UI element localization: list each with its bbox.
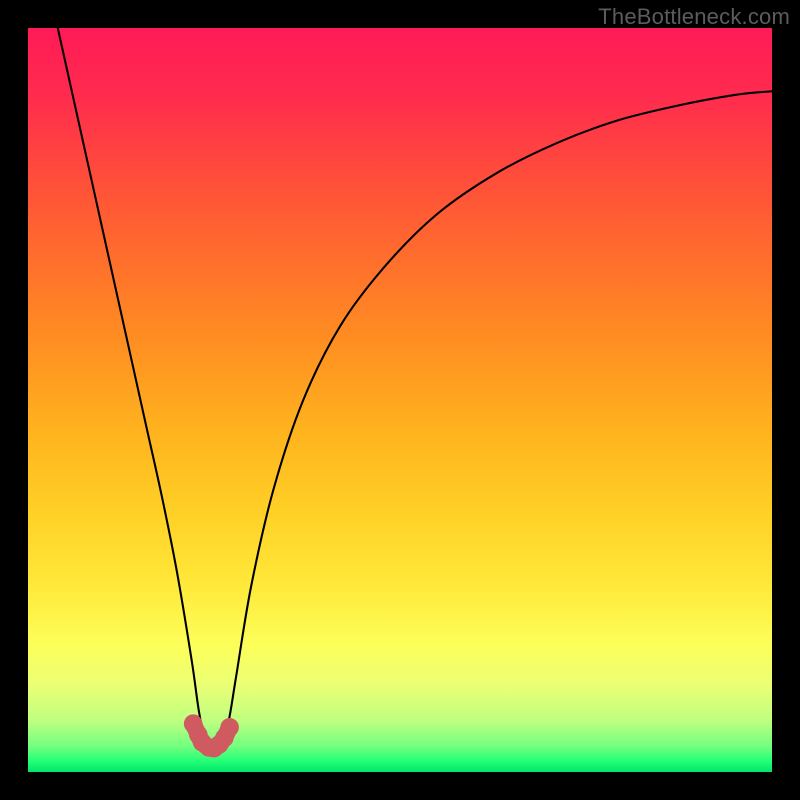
bottleneck-marker <box>184 714 239 757</box>
chart-plot <box>28 28 772 772</box>
watermark-text: TheBottleneck.com <box>598 4 790 30</box>
chart-frame <box>28 28 772 772</box>
bottleneck-curve <box>58 28 772 750</box>
